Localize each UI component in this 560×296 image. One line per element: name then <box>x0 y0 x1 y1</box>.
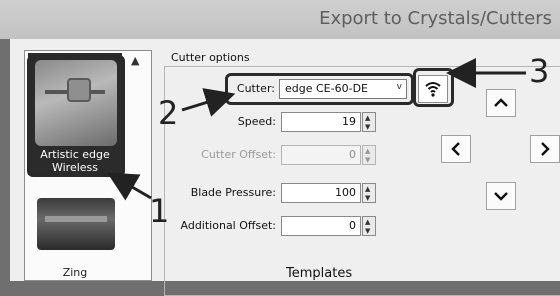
annotation-number-2: 2 <box>158 94 179 132</box>
arrow-1 <box>107 172 152 201</box>
annotation-arrows <box>107 58 526 201</box>
arrow-2 <box>181 88 236 117</box>
annotation-number-1: 1 <box>149 192 170 230</box>
annotation-number-3: 3 <box>529 52 550 90</box>
